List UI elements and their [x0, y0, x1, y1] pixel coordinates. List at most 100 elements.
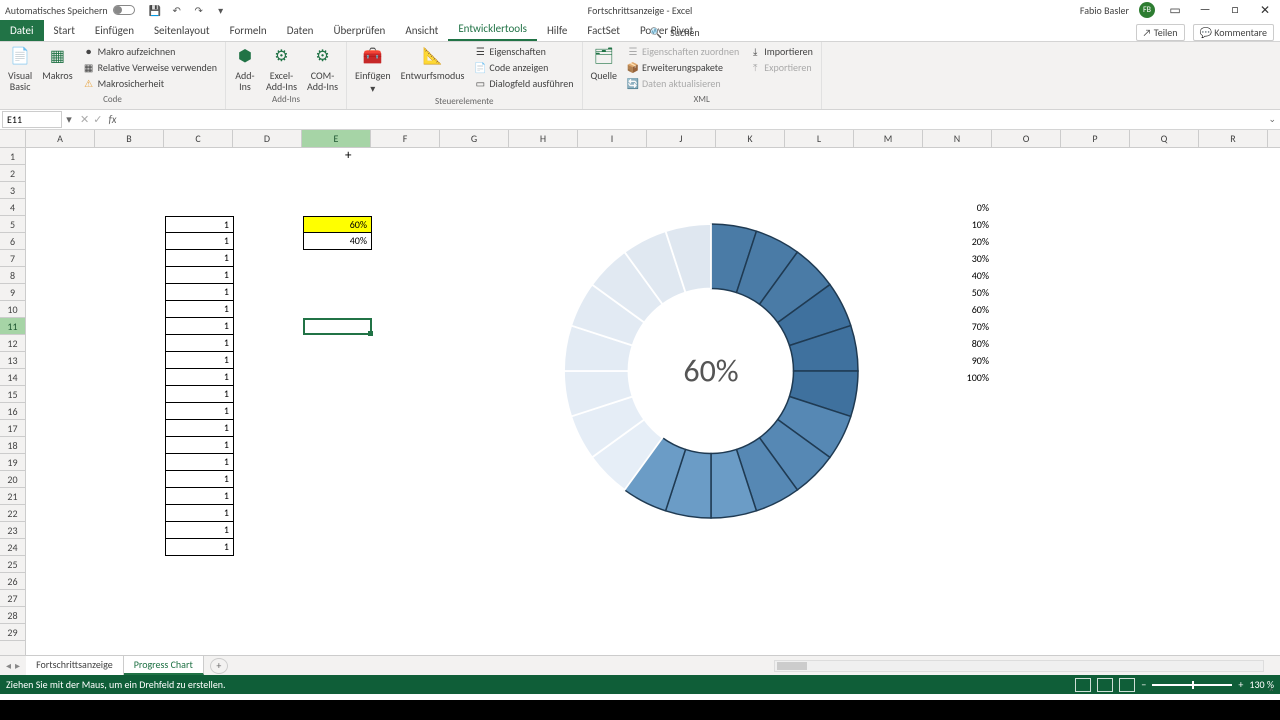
- row-header-20[interactable]: 20: [0, 471, 25, 488]
- sheet-tab-progress-chart[interactable]: Progress Chart: [124, 656, 204, 675]
- cell-c15[interactable]: 1: [165, 386, 234, 403]
- zoom-out-icon[interactable]: −: [1141, 678, 1146, 691]
- cell-c14[interactable]: 1: [165, 369, 234, 386]
- cell-n9[interactable]: 50%: [924, 284, 993, 301]
- cell-c13[interactable]: 1: [165, 352, 234, 369]
- view-code-button[interactable]: 📄Code anzeigen: [472, 60, 575, 75]
- tab-ansicht[interactable]: Ansicht: [395, 20, 448, 41]
- tab-überprüfen[interactable]: Überprüfen: [323, 20, 395, 41]
- collapse-ribbon-icon[interactable]: ˄: [1269, 685, 1274, 698]
- cell-c7[interactable]: 1: [165, 250, 234, 267]
- tab-seitenlayout[interactable]: Seitenlayout: [144, 20, 220, 41]
- cells-area[interactable]: + 11111111111111111111 60% 40% 0%10%20%3…: [26, 148, 1280, 655]
- row-header-18[interactable]: 18: [0, 437, 25, 454]
- spreadsheet-grid[interactable]: ABCDEFGHIJKLMNOPQR 123456789101112131415…: [0, 130, 1280, 655]
- normal-view-icon[interactable]: [1075, 678, 1091, 692]
- row-header-28[interactable]: 28: [0, 607, 25, 624]
- record-macro-button[interactable]: ⏺Makro aufzeichnen: [81, 44, 219, 59]
- import-xml-button[interactable]: ⤓Importieren: [747, 44, 815, 59]
- visual-basic-button[interactable]: 📄 Visual Basic: [6, 44, 34, 94]
- xml-source-button[interactable]: 🗂Quelle: [589, 44, 620, 83]
- cell-c11[interactable]: 1: [165, 318, 234, 335]
- select-all-corner[interactable]: [0, 130, 26, 147]
- zoom-in-icon[interactable]: +: [1238, 678, 1243, 691]
- add-sheet-button[interactable]: +: [210, 658, 228, 674]
- com-addins-button[interactable]: ⚙COM- Add-Ins: [305, 44, 340, 94]
- cell-c21[interactable]: 1: [165, 488, 234, 505]
- page-layout-view-icon[interactable]: [1097, 678, 1113, 692]
- minimize-icon[interactable]: —: [1195, 3, 1215, 17]
- undo-icon[interactable]: ↶: [170, 3, 184, 17]
- toggle-icon[interactable]: [113, 5, 135, 15]
- tab-entwicklertools[interactable]: Entwicklertools: [448, 18, 537, 41]
- row-header-1[interactable]: 1: [0, 148, 25, 165]
- tab-nav-prev-icon[interactable]: ◂: [6, 659, 11, 672]
- tab-daten[interactable]: Daten: [277, 20, 324, 41]
- cell-n5[interactable]: 10%: [924, 216, 993, 233]
- cell-n4[interactable]: 0%: [924, 199, 993, 216]
- row-header-6[interactable]: 6: [0, 233, 25, 250]
- design-mode-button[interactable]: 📐Entwurfsmodus: [399, 44, 467, 83]
- formula-input[interactable]: [117, 113, 1280, 126]
- ribbon-display-icon[interactable]: ▭: [1165, 3, 1185, 18]
- sheet-tab-fortschrittsanzeige[interactable]: Fortschrittsanzeige: [26, 656, 124, 675]
- row-header-23[interactable]: 23: [0, 522, 25, 539]
- cell-c24[interactable]: 1: [165, 539, 234, 556]
- row-header-13[interactable]: 13: [0, 352, 25, 369]
- row-header-12[interactable]: 12: [0, 335, 25, 352]
- row-header-2[interactable]: 2: [0, 165, 25, 182]
- row-header-29[interactable]: 29: [0, 624, 25, 641]
- row-header-5[interactable]: 5: [0, 216, 25, 233]
- row-header-17[interactable]: 17: [0, 420, 25, 437]
- row-header-14[interactable]: 14: [0, 369, 25, 386]
- row-header-22[interactable]: 22: [0, 505, 25, 522]
- row-header-27[interactable]: 27: [0, 590, 25, 607]
- column-header-O[interactable]: O: [992, 130, 1061, 147]
- cell-c22[interactable]: 1: [165, 505, 234, 522]
- horizontal-scrollbar[interactable]: [774, 660, 1264, 672]
- tab-einfügen[interactable]: Einfügen: [85, 20, 144, 41]
- column-header-F[interactable]: F: [371, 130, 440, 147]
- cell-e6[interactable]: 40%: [303, 233, 372, 250]
- expand-formula-bar-icon[interactable]: ⌄: [1268, 114, 1276, 125]
- row-header-10[interactable]: 10: [0, 301, 25, 318]
- tab-start[interactable]: Start: [44, 20, 85, 41]
- cell-c12[interactable]: 1: [165, 335, 234, 352]
- row-header-7[interactable]: 7: [0, 250, 25, 267]
- column-header-P[interactable]: P: [1061, 130, 1130, 147]
- column-header-E[interactable]: E: [302, 130, 371, 147]
- properties-button[interactable]: ☰Eigenschaften: [472, 44, 575, 59]
- redo-icon[interactable]: ↷: [192, 3, 206, 17]
- expansion-button[interactable]: 📦Erweiterungspakete: [625, 60, 741, 75]
- row-header-4[interactable]: 4: [0, 199, 25, 216]
- page-break-view-icon[interactable]: [1119, 678, 1135, 692]
- column-header-R[interactable]: R: [1199, 130, 1268, 147]
- row-header-8[interactable]: 8: [0, 267, 25, 284]
- share-button[interactable]: ↗ Teilen: [1136, 24, 1185, 41]
- row-header-25[interactable]: 25: [0, 556, 25, 573]
- cell-c6[interactable]: 1: [165, 233, 234, 250]
- row-header-9[interactable]: 9: [0, 284, 25, 301]
- maximize-icon[interactable]: □: [1225, 3, 1245, 17]
- autosave-toggle[interactable]: Automatisches Speichern: [0, 4, 140, 17]
- tab-hilfe[interactable]: Hilfe: [537, 20, 577, 41]
- run-dialog-button[interactable]: ▭Dialogfeld ausführen: [472, 76, 575, 91]
- cell-c19[interactable]: 1: [165, 454, 234, 471]
- column-header-J[interactable]: J: [647, 130, 716, 147]
- user-name[interactable]: Fabio Basler: [1080, 4, 1129, 17]
- name-box-dropdown-icon[interactable]: ▾: [64, 113, 74, 126]
- cell-c8[interactable]: 1: [165, 267, 234, 284]
- column-header-D[interactable]: D: [233, 130, 302, 147]
- row-header-21[interactable]: 21: [0, 488, 25, 505]
- insert-control-button[interactable]: 🧰Einfügen▾: [353, 44, 393, 96]
- cell-c9[interactable]: 1: [165, 284, 234, 301]
- row-header-24[interactable]: 24: [0, 539, 25, 556]
- cell-selection[interactable]: [303, 318, 372, 335]
- addins-button[interactable]: ⬢Add- Ins: [232, 44, 258, 94]
- cell-c5[interactable]: 1: [165, 216, 234, 233]
- cell-n10[interactable]: 60%: [924, 301, 993, 318]
- column-header-K[interactable]: K: [716, 130, 785, 147]
- column-header-M[interactable]: M: [854, 130, 923, 147]
- column-header-N[interactable]: N: [923, 130, 992, 147]
- row-header-3[interactable]: 3: [0, 182, 25, 199]
